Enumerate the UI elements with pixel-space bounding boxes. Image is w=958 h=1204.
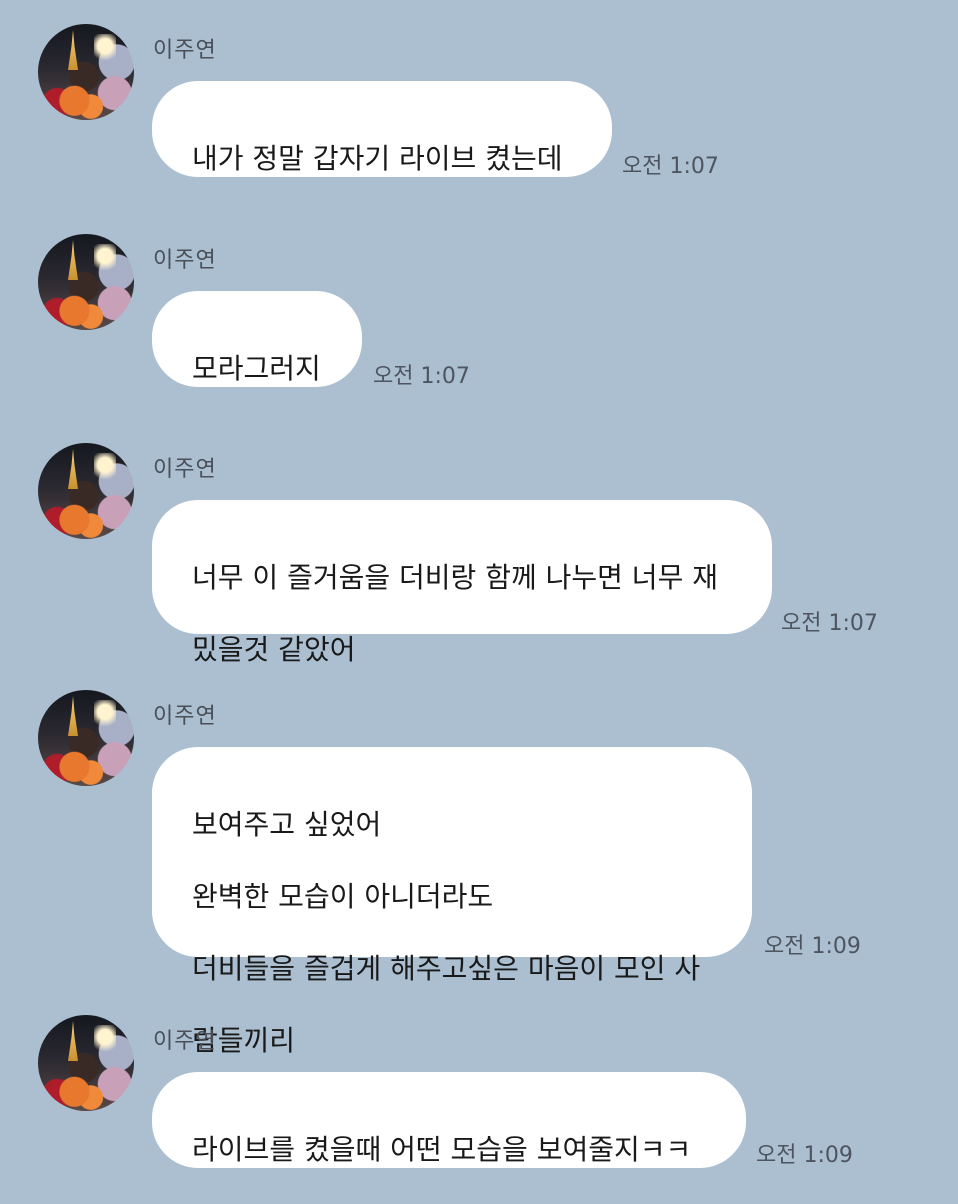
sender-name: 이주연 xyxy=(153,457,217,482)
sender-name: 이주연 xyxy=(153,704,217,729)
avatar[interactable] xyxy=(38,24,134,120)
message-text-line: 완벽한 모습이 아니더라도 xyxy=(192,880,494,913)
avatar[interactable] xyxy=(38,690,134,786)
message-timestamp: 오전 1:07 xyxy=(622,154,719,179)
avatar[interactable] xyxy=(38,1015,134,1111)
message-text-line: 너무 이 즐거움을 더비랑 함께 나누면 너무 재 xyxy=(192,561,718,594)
message-bubble[interactable]: 라이브를 켰을때 어떤 모습을 보여줄지ㅋㅋ xyxy=(152,1072,746,1168)
sender-name: 이주연 xyxy=(153,38,217,63)
avatar[interactable] xyxy=(38,234,134,330)
message-bubble[interactable]: 너무 이 즐거움을 더비랑 함께 나누면 너무 재 밌을것 같았어 xyxy=(152,500,772,666)
message-bubble[interactable]: 보여주고 싶었어 완벽한 모습이 아니더라도 더비들을 즐겁게 해주고싶은 마음… xyxy=(152,747,752,1057)
message-text-line: 람들끼리 xyxy=(192,1024,296,1057)
message-timestamp: 오전 1:09 xyxy=(764,934,861,959)
message-bubble[interactable]: 모라그러지 xyxy=(152,291,362,387)
message-timestamp: 오전 1:07 xyxy=(373,364,470,389)
message-text-line: 보여주고 싶었어 xyxy=(192,808,382,841)
message-text-line: 라이브를 켰을때 어떤 모습을 보여줄지ㅋㅋ xyxy=(192,1133,692,1166)
message-bubble[interactable]: 내가 정말 갑자기 라이브 켰는데 xyxy=(152,81,612,177)
message-text-line: 모라그러지 xyxy=(192,352,321,385)
avatar[interactable] xyxy=(38,443,134,539)
sender-name: 이주연 xyxy=(153,1029,217,1054)
message-timestamp: 오전 1:07 xyxy=(781,611,878,636)
message-timestamp: 오전 1:09 xyxy=(756,1143,853,1168)
message-text-line: 밌을것 같았어 xyxy=(192,633,356,666)
message-text-line: 더비들을 즐겁게 해주고싶은 마음이 모인 사 xyxy=(192,952,701,985)
message-text-line: 내가 정말 갑자기 라이브 켰는데 xyxy=(192,142,563,175)
sender-name: 이주연 xyxy=(153,248,217,273)
